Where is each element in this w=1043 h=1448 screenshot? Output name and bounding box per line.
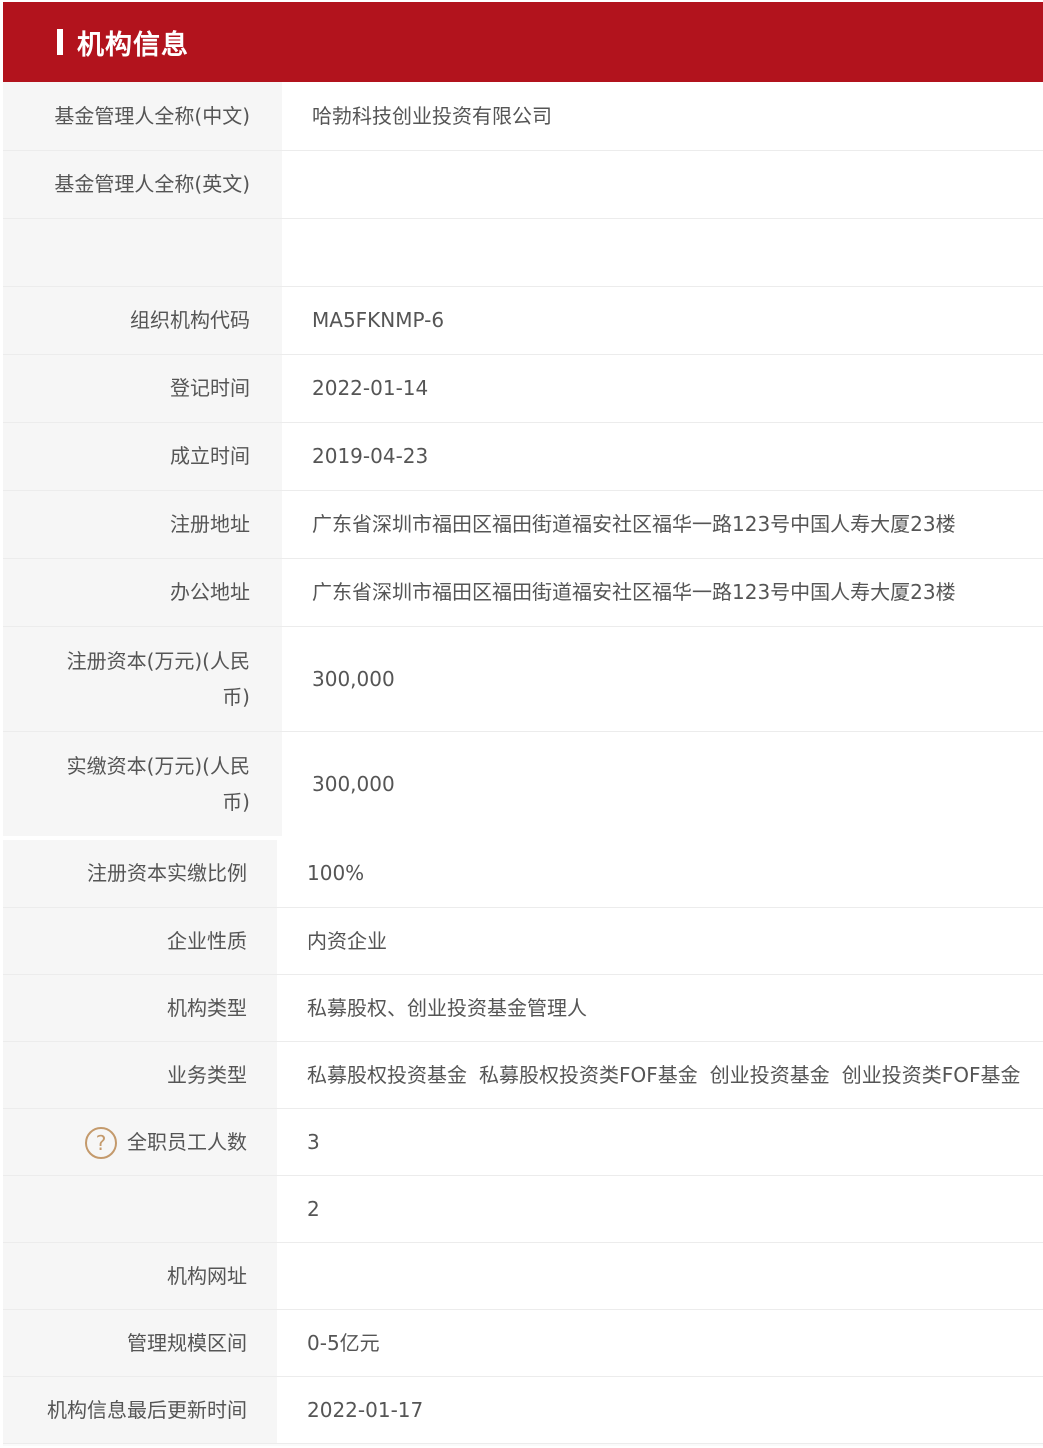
table-row: 登记时间 2022-01-14 [3,354,1043,422]
org-info-panel: 机构信息 基金管理人全称(中文) 哈勃科技创业投资有限公司 基金管理人全称(英文… [3,2,1043,1446]
table-row: 机构网址 [3,1242,1043,1309]
table-row: ? 全职员工人数 3 [3,1108,1043,1175]
row-value: 300,000 [282,731,1043,836]
table-row: 成立时间 2019-04-23 [3,422,1043,490]
business-type-list: 私募股权投资基金私募股权投资类FOF基金创业投资基金创业投资类FOF基金 [277,1041,1043,1108]
row-value: 私募股权、创业投资基金管理人 [277,974,1043,1041]
business-type-item: 创业投资基金 [710,1063,830,1087]
row-value: 0-5亿元 [277,1309,1043,1376]
table-row: 组织机构代码 MA5FKNMP-6 [3,286,1043,354]
row-value: 2019-04-23 [282,422,1043,490]
row-label: 注册地址 [3,490,282,558]
row-label: 组织机构代码 [3,286,282,354]
header-accent-bar [57,29,63,55]
section-title: 机构信息 [77,23,189,62]
row-label-text: 全职员工人数 [127,1130,247,1154]
row-value [282,150,1043,218]
row-value: 广东省深圳市福田区福田街道福安社区福华一路123号中国人寿大厦23楼 [282,490,1043,558]
table-row: 机构信息最后更新时间 2022-01-17 [3,1376,1043,1443]
business-type-item: 私募股权投资基金 [307,1063,467,1087]
row-value: 哈勃科技创业投资有限公司 [282,82,1043,150]
table-row: 业务类型 私募股权投资基金私募股权投资类FOF基金创业投资基金创业投资类FOF基… [3,1041,1043,1108]
business-type-item: 创业投资类FOF基金 [842,1063,1021,1087]
row-value: 300,000 [282,626,1043,731]
table-row: 2 [3,1175,1043,1242]
row-value: MA5FKNMP-6 [282,286,1043,354]
row-value: 100% [277,840,1043,907]
table-row: 基金管理人全称(中文) 哈勃科技创业投资有限公司 [3,82,1043,150]
table-row [3,218,1043,286]
table-row: 企业性质 内资企业 [3,907,1043,974]
row-label: ? 全职员工人数 [3,1108,277,1175]
row-value: 内资企业 [277,907,1043,974]
row-label: 注册资本(万元)(人民币) [3,626,282,731]
table-row: 管理规模区间 0-5亿元 [3,1309,1043,1376]
row-label: 办公地址 [3,558,282,626]
row-label: 注册资本实缴比例 [3,840,277,907]
help-icon[interactable]: ? [85,1127,117,1159]
row-value: 2022-01-17 [277,1376,1043,1443]
row-value [282,218,1043,286]
row-label: 基金管理人全称(英文) [3,150,282,218]
section-header: 机构信息 [3,2,1043,82]
table-row: 注册地址 广东省深圳市福田区福田街道福安社区福华一路123号中国人寿大厦23楼 [3,490,1043,558]
table-row: 办公地址 广东省深圳市福田区福田街道福安社区福华一路123号中国人寿大厦23楼 [3,558,1043,626]
row-label: 成立时间 [3,422,282,490]
row-label: 企业性质 [3,907,277,974]
row-value: 2 [277,1175,1043,1242]
row-value: 2022-01-14 [282,354,1043,422]
info-table-lower: 注册资本实缴比例 100% 企业性质 内资企业 机构类型 私募股权、创业投资基金… [3,840,1043,1444]
table-row: 实缴资本(万元)(人民币) 300,000 [3,731,1043,836]
business-type-item: 私募股权投资类FOF基金 [479,1063,698,1087]
row-label: 机构网址 [3,1242,277,1309]
table-row: 基金管理人全称(英文) [3,150,1043,218]
row-value: 广东省深圳市福田区福田街道福安社区福华一路123号中国人寿大厦23楼 [282,558,1043,626]
row-label: 基金管理人全称(中文) [3,82,282,150]
info-table-upper: 基金管理人全称(中文) 哈勃科技创业投资有限公司 基金管理人全称(英文) 组织机… [3,82,1043,837]
row-label: 登记时间 [3,354,282,422]
row-label: 实缴资本(万元)(人民币) [3,731,282,836]
row-label: 机构类型 [3,974,277,1041]
row-label: 业务类型 [3,1041,277,1108]
row-label [3,1175,277,1242]
table-row: 机构类型 私募股权、创业投资基金管理人 [3,974,1043,1041]
row-value [277,1242,1043,1309]
row-value: 3 [277,1108,1043,1175]
table-row: 注册资本实缴比例 100% [3,840,1043,907]
row-label: 机构信息最后更新时间 [3,1376,277,1443]
table-row: 注册资本(万元)(人民币) 300,000 [3,626,1043,731]
row-label [3,218,282,286]
row-label: 管理规模区间 [3,1309,277,1376]
